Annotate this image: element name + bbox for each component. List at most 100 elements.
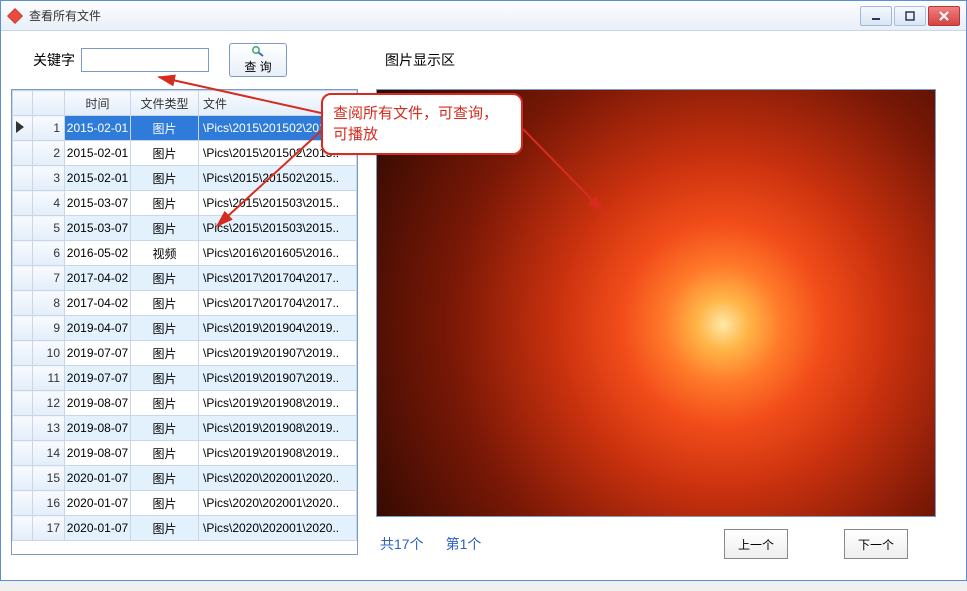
table-row[interactable]: 12015-02-01图片\Pics\2015\201502\2015.. [13,116,357,141]
row-file: \Pics\2020\202001\2020.. [199,466,357,491]
row-time: 2019-08-07 [65,391,131,416]
titlebar: 查看所有文件 [1,1,966,31]
table-row[interactable]: 62016-05-02视频\Pics\2016\201605\2016.. [13,241,357,266]
file-table-container: 时间 文件类型 文件 12015-02-01图片\Pics\2015\20150… [11,89,358,555]
row-file: \Pics\2019\201904\2019.. [199,316,357,341]
app-window: 查看所有文件 关键字 查 询 图片显示区 [0,0,967,581]
row-index: 10 [33,341,65,366]
row-selector-cell [13,191,33,216]
row-index: 12 [33,391,65,416]
col-selector [13,91,33,116]
table-row[interactable]: 162020-01-07图片\Pics\2020\202001\2020.. [13,491,357,516]
row-selector-cell [13,166,33,191]
row-file: \Pics\2020\202001\2020.. [199,516,357,541]
table-row[interactable]: 142019-08-07图片\Pics\2019\201908\2019.. [13,441,357,466]
row-selector-cell [13,291,33,316]
close-button[interactable] [928,6,960,26]
table-row[interactable]: 152020-01-07图片\Pics\2020\202001\2020.. [13,466,357,491]
table-row[interactable]: 92019-04-07图片\Pics\2019\201904\2019.. [13,316,357,341]
row-type: 图片 [131,341,199,366]
row-file: \Pics\2017\201704\2017.. [199,266,357,291]
table-row[interactable]: 132019-08-07图片\Pics\2019\201908\2019.. [13,416,357,441]
right-panel: 共17个 第1个 上一个 下一个 [376,89,956,559]
row-time: 2020-01-07 [65,516,131,541]
row-time: 2015-03-07 [65,191,131,216]
prev-button[interactable]: 上一个 [724,529,788,559]
query-button[interactable]: 查 询 [229,43,287,77]
maximize-icon [904,10,916,22]
row-index: 13 [33,416,65,441]
row-time: 2019-07-07 [65,366,131,391]
image-area-label: 图片显示区 [385,50,455,70]
main-row: 时间 文件类型 文件 12015-02-01图片\Pics\2015\20150… [11,89,956,559]
row-file: \Pics\2019\201908\2019.. [199,391,357,416]
row-selector-cell [13,441,33,466]
row-index: 4 [33,191,65,216]
row-selector-cell [13,216,33,241]
table-row[interactable]: 72017-04-02图片\Pics\2017\201704\2017.. [13,266,357,291]
current-text: 第1个 [446,534,482,554]
row-index: 15 [33,466,65,491]
row-file: \Pics\2015\201502\2015.. [199,166,357,191]
row-time: 2016-05-02 [65,241,131,266]
table-row[interactable]: 32015-02-01图片\Pics\2015\201502\2015.. [13,166,357,191]
bottom-row: 共17个 第1个 上一个 下一个 [376,529,956,559]
row-type: 图片 [131,266,199,291]
row-type: 图片 [131,516,199,541]
row-file: \Pics\2019\201908\2019.. [199,416,357,441]
row-file: \Pics\2017\201704\2017.. [199,291,357,316]
row-marker-icon [16,121,24,133]
row-type: 图片 [131,216,199,241]
annotation-callout: 查阅所有文件，可查询，可播放 [321,93,523,155]
count-text: 共17个 [380,534,424,554]
table-row[interactable]: 22015-02-01图片\Pics\2015\201502\2015.. [13,141,357,166]
row-selector-cell [13,266,33,291]
row-file: \Pics\2019\201908\2019.. [199,441,357,466]
row-index: 5 [33,216,65,241]
row-selector-cell [13,516,33,541]
row-type: 图片 [131,366,199,391]
row-selector-cell [13,341,33,366]
row-selector-cell [13,366,33,391]
row-type: 图片 [131,391,199,416]
row-time: 2020-01-07 [65,466,131,491]
table-row[interactable]: 52015-03-07图片\Pics\2015\201503\2015.. [13,216,357,241]
keyword-label: 关键字 [33,50,75,70]
row-type: 图片 [131,166,199,191]
row-index: 7 [33,266,65,291]
row-selector-cell [13,316,33,341]
row-time: 2015-03-07 [65,216,131,241]
table-row[interactable]: 82017-04-02图片\Pics\2017\201704\2017.. [13,291,357,316]
file-table: 时间 文件类型 文件 12015-02-01图片\Pics\2015\20150… [12,90,357,541]
table-row[interactable]: 122019-08-07图片\Pics\2019\201908\2019.. [13,391,357,416]
table-row[interactable]: 102019-07-07图片\Pics\2019\201907\2019.. [13,341,357,366]
maximize-button[interactable] [894,6,926,26]
minimize-button[interactable] [860,6,892,26]
app-icon [7,8,23,24]
next-button[interactable]: 下一个 [844,529,908,559]
row-index: 16 [33,491,65,516]
row-index: 3 [33,166,65,191]
row-type: 图片 [131,141,199,166]
keyword-input[interactable] [81,48,209,72]
query-button-label: 查 询 [244,58,271,75]
row-time: 2019-04-07 [65,316,131,341]
close-icon [938,10,950,22]
row-time: 2015-02-01 [65,116,131,141]
window-controls [860,6,960,26]
row-type: 视频 [131,241,199,266]
table-row[interactable]: 112019-07-07图片\Pics\2019\201907\2019.. [13,366,357,391]
window-title: 查看所有文件 [29,7,860,24]
table-row[interactable]: 42015-03-07图片\Pics\2015\201503\2015.. [13,191,357,216]
col-type[interactable]: 文件类型 [131,91,199,116]
row-index: 6 [33,241,65,266]
row-type: 图片 [131,116,199,141]
row-type: 图片 [131,466,199,491]
row-file: \Pics\2019\201907\2019.. [199,366,357,391]
row-type: 图片 [131,316,199,341]
row-selector-cell [13,416,33,441]
col-time[interactable]: 时间 [65,91,131,116]
col-index [33,91,65,116]
row-file: \Pics\2016\201605\2016.. [199,241,357,266]
table-row[interactable]: 172020-01-07图片\Pics\2020\202001\2020.. [13,516,357,541]
